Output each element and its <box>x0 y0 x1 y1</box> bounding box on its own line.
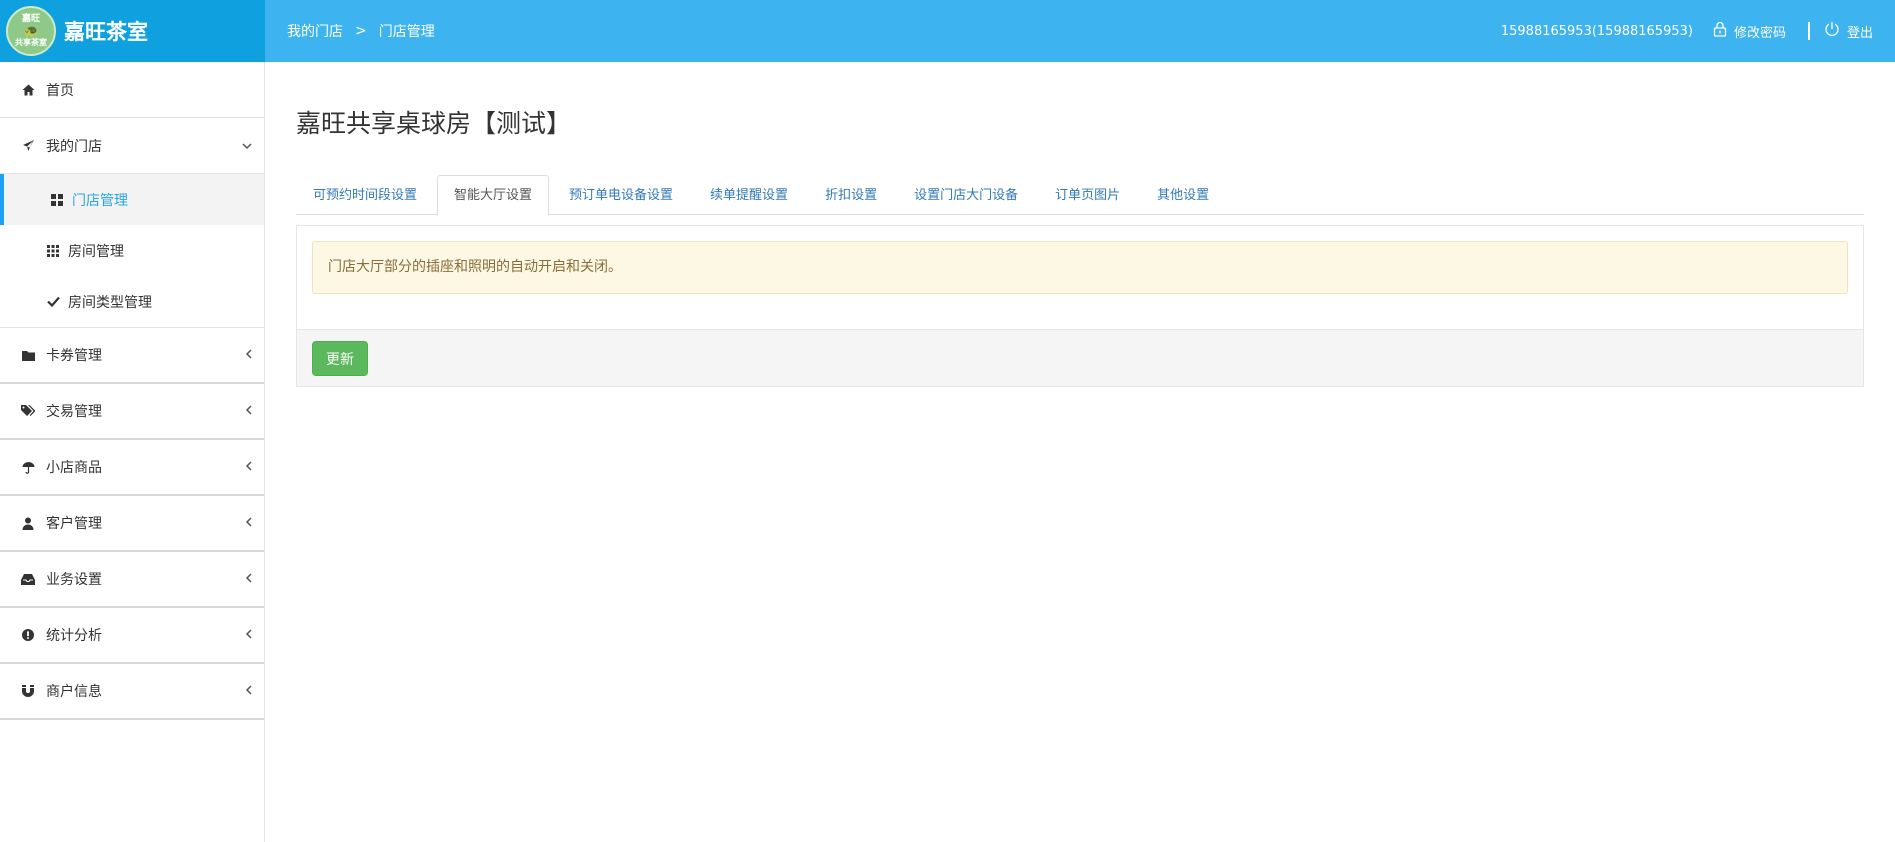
sidebar-item-label: 首页 <box>46 82 74 99</box>
tab-smart-hall-settings[interactable]: 智能大厅设置 <box>437 175 550 216</box>
sidebar-item-room-type-management[interactable]: 房间类型管理 <box>0 276 264 327</box>
panel-body: 门店大厅部分的插座和照明的自动开启和关闭。 <box>297 226 1863 309</box>
sidebar-item-home[interactable]: 首页 <box>0 62 264 118</box>
sidebar-item-coupon-management[interactable]: 卡券管理 <box>0 328 264 384</box>
sidebar-item-label: 交易管理 <box>46 404 102 420</box>
brand[interactable]: 嘉旺 🐢 共享茶室 嘉旺茶室 <box>0 0 265 62</box>
logout-label: 登出 <box>1846 25 1873 41</box>
settings-panel: 门店大厅部分的插座和照明的自动开启和关闭。 更新 <box>296 225 1864 387</box>
chevron-left-icon <box>245 628 252 642</box>
chevron-left-icon <box>245 516 252 530</box>
sidebar-item-store-management[interactable]: 门店管理 <box>0 174 264 225</box>
sidebar-item-label: 门店管理 <box>72 192 128 209</box>
nav-divider <box>1807 22 1810 40</box>
sidebar-item-shop-products[interactable]: 小店商品 <box>0 440 264 496</box>
umbrella-icon <box>20 461 36 474</box>
check-icon <box>46 296 60 307</box>
inbox-icon <box>20 573 36 585</box>
sidebar-item-label: 统计分析 <box>46 628 102 644</box>
magnet-icon <box>20 685 36 697</box>
main-content: 嘉旺共享桌球房【测试】 可预约时间段设置 智能大厅设置 预订单电设备设置 续单提… <box>296 62 1864 387</box>
chevron-left-icon <box>245 460 252 474</box>
tab-renewal-reminder[interactable]: 续单提醒设置 <box>693 175 805 215</box>
sidebar-item-room-management[interactable]: 房间管理 <box>0 225 264 276</box>
sidebar: 首页 我的门店 门店管理 房间管理 房间类型管理 卡券管理 交易管理 小店商品 … <box>0 62 265 842</box>
tab-order-power-devices[interactable]: 预订单电设备设置 <box>552 175 690 215</box>
sidebar-item-label: 卡券管理 <box>46 348 102 364</box>
turtle-icon: 🐢 <box>23 24 39 38</box>
top-bar: 嘉旺 🐢 共享茶室 嘉旺茶室 我的门店 > 门店管理 15988165953(1… <box>0 0 1895 62</box>
page-title: 嘉旺共享桌球房【测试】 <box>296 109 572 138</box>
change-password-link[interactable]: 修改密码 <box>1713 21 1786 41</box>
sidebar-item-label: 商户信息 <box>46 684 102 700</box>
breadcrumb-separator: > <box>355 23 367 39</box>
chevron-left-icon <box>245 404 252 418</box>
grid-large-icon <box>50 193 64 206</box>
user-icon <box>20 517 36 530</box>
sidebar-item-label: 业务设置 <box>46 572 102 588</box>
update-button[interactable]: 更新 <box>312 341 368 376</box>
tab-reservable-time-slots[interactable]: 可预约时间段设置 <box>296 175 434 215</box>
power-icon <box>1824 21 1840 41</box>
logout-link[interactable]: 登出 <box>1824 21 1873 41</box>
submenu-my-store: 门店管理 房间管理 房间类型管理 <box>0 174 264 328</box>
lock-icon <box>1713 21 1727 41</box>
user-nav: 15988165953(15988165953) 修改密码 登出 <box>1501 21 1873 41</box>
panel-footer: 更新 <box>297 329 1863 386</box>
logo: 嘉旺 🐢 共享茶室 <box>6 6 56 56</box>
navbar: 我的门店 > 门店管理 15988165953(15988165953) 修改密… <box>265 0 1895 62</box>
change-password-label: 修改密码 <box>1733 25 1786 41</box>
tab-discount-settings[interactable]: 折扣设置 <box>808 175 894 215</box>
chevron-left-icon <box>245 572 252 586</box>
info-alert: 门店大厅部分的插座和照明的自动开启和关闭。 <box>312 241 1848 294</box>
settings-tabs: 可预约时间段设置 智能大厅设置 预订单电设备设置 续单提醒设置 折扣设置 设置门… <box>296 175 1864 216</box>
brand-name: 嘉旺茶室 <box>64 20 148 44</box>
tab-other-settings[interactable]: 其他设置 <box>1140 175 1226 215</box>
tab-store-gate-device[interactable]: 设置门店大门设备 <box>897 175 1035 215</box>
sidebar-item-business-settings[interactable]: 业务设置 <box>0 552 264 608</box>
sidebar-item-label: 我的门店 <box>46 138 102 155</box>
sidebar-item-label: 房间类型管理 <box>68 294 152 311</box>
chevron-down-icon <box>242 139 252 153</box>
sidebar-item-statistics[interactable]: 统计分析 <box>0 608 264 664</box>
sidebar-item-label: 客户管理 <box>46 516 102 532</box>
chevron-left-icon <box>245 348 252 362</box>
folder-icon <box>20 350 36 361</box>
breadcrumb-my-store[interactable]: 我的门店 <box>287 21 343 41</box>
chevron-left-icon <box>245 684 252 698</box>
logo-line2: 共享茶室 <box>15 38 47 47</box>
sidebar-item-label: 房间管理 <box>68 243 124 260</box>
sidebar-item-customer-management[interactable]: 客户管理 <box>0 496 264 552</box>
user-account[interactable]: 15988165953(15988165953) <box>1501 24 1693 39</box>
breadcrumb-store-management[interactable]: 门店管理 <box>379 21 435 41</box>
sidebar-item-label: 小店商品 <box>46 460 102 476</box>
home-icon <box>20 84 36 96</box>
sidebar-item-my-store[interactable]: 我的门店 <box>0 118 264 174</box>
plane-icon <box>20 139 36 152</box>
sidebar-item-transaction-management[interactable]: 交易管理 <box>0 384 264 440</box>
tab-order-page-images[interactable]: 订单页图片 <box>1038 175 1137 215</box>
grid-small-icon <box>46 244 60 257</box>
sidebar-item-merchant-info[interactable]: 商户信息 <box>0 664 264 720</box>
tags-icon <box>20 405 36 417</box>
exclamation-icon <box>20 629 36 641</box>
